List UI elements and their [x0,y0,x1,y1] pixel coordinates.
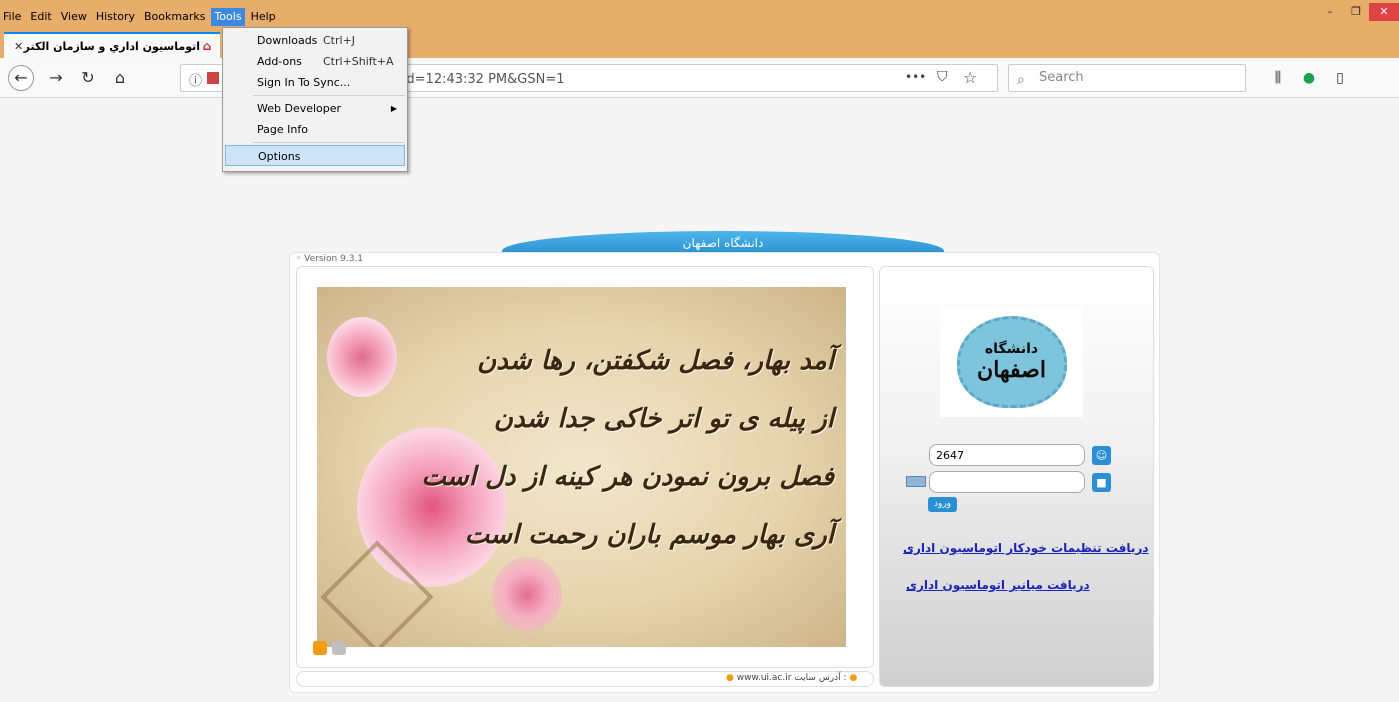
search-input[interactable]: ⌕ Search [1008,64,1246,92]
menu-item-options[interactable]: Options [225,145,405,166]
menu-item-label: Downloads [257,34,318,47]
username-field[interactable] [929,444,1085,466]
menu-item-label: Page Info [257,123,308,136]
flower-decoration [492,557,562,632]
logo-emblem: دانشگاه اصفهان [956,316,1067,408]
university-logo: دانشگاه اصفهان [940,307,1083,417]
logo-text-bottom: اصفهان [977,357,1046,383]
library-icon[interactable]: ⫼ [1266,66,1290,90]
tab-title: اتوماسیون اداري و سازمان الکترونيک [23,39,200,53]
menu-view[interactable]: View [58,8,90,26]
menu-history[interactable]: History [93,8,138,26]
tab-close-icon[interactable]: ✕ [14,40,23,53]
menu-item-page-info[interactable]: Page Info [223,119,407,140]
download-shortcut-link[interactable]: دریافت میانبر اتوماسیون اداری [906,578,1090,592]
back-button[interactable]: ← [8,65,34,91]
extension-icon[interactable]: ● [1297,66,1321,90]
poem-line: آری بهار موسم باران رحمت است [464,520,834,550]
poem-line: از پیله ی تو اتر خاکی جدا شدن [493,404,834,434]
poem-line: فصل برون نمودن هر کینه از دل است [421,462,834,492]
browser-tab[interactable]: ⌂ اتوماسیون اداري و سازمان الکترونيک ✕ [4,32,220,58]
close-window-button[interactable]: ✕ [1369,3,1399,21]
poem-text: آمد بهار، فصل شکفتن، رها شدن از پیله ی ت… [374,332,834,564]
menu-item-shortcut: Ctrl+Shift+A [323,55,394,68]
menu-item-label: Sign In To Sync... [257,76,351,89]
slideshow-image: آمد بهار، فصل شکفتن، رها شدن از پیله ی ت… [317,287,846,647]
menu-item-label: Add-ons [257,55,302,68]
page-actions-icon[interactable]: ••• [905,70,926,84]
home-button[interactable]: ⌂ [108,66,132,90]
reload-button[interactable]: ↻ [76,66,100,90]
menu-tools[interactable]: Tools [211,8,245,26]
submenu-arrow-icon: ▶ [390,104,397,113]
password-field[interactable] [929,471,1085,493]
footer-site-address: ● www.ui.ac.ir آدرس سایت : ● [726,673,858,683]
menu-item-addons[interactable]: Add-ons Ctrl+Shift+A [223,51,407,72]
sidebar-icon[interactable]: ▯ [1328,66,1352,90]
menu-help[interactable]: Help [248,8,279,26]
user-icon: ☺ [1092,446,1111,465]
search-placeholder: Search [1039,70,1084,85]
menu-item-label: Options [258,150,301,163]
window-controls: – ❐ ✕ [1317,3,1399,21]
menu-item-downloads[interactable]: Downloads Ctrl+J [223,30,407,51]
slide-indicator-active[interactable] [313,641,327,655]
menu-item-label: Web Developer [257,102,342,115]
menu-item-web-developer[interactable]: Web Developer ▶ [223,98,407,119]
menu-edit[interactable]: Edit [27,8,54,26]
poem-line: آمد بهار، فصل شکفتن، رها شدن [477,346,834,376]
menu-bar: File Edit View History Bookmarks Tools H… [0,8,282,26]
menu-file[interactable]: File [0,8,24,26]
pocket-icon[interactable]: ⛉ [937,69,948,85]
version-label: ◦ Version 9.3.1 [296,254,364,264]
insecure-lock-icon [207,72,219,84]
footer-url[interactable]: www.ui.ac.ir [737,673,792,683]
site-info-icon[interactable]: ⓘ [189,70,202,89]
menu-separator [253,95,405,96]
slide-indicator[interactable] [332,641,346,655]
forward-button[interactable]: → [44,66,68,90]
lock-icon: ■ [1092,473,1111,492]
search-icon: ⌕ [1017,72,1025,88]
site-logo-icon: ⌂ [202,39,212,53]
menu-separator [253,142,405,143]
login-button[interactable]: ورود [928,497,957,512]
menu-item-shortcut: Ctrl+J [323,34,356,47]
download-settings-link[interactable]: دریافت تنظیمات خودکار اتوماسیون اداری [903,541,1149,555]
virtual-keyboard-icon[interactable] [906,476,926,487]
tools-dropdown-menu: Downloads Ctrl+J Add-ons Ctrl+Shift+A Si… [222,27,408,172]
maximize-button[interactable]: ❐ [1343,3,1369,21]
bookmark-star-icon[interactable]: ☆ [963,68,977,87]
menu-bookmarks[interactable]: Bookmarks [141,8,208,26]
footer-label: آدرس سایت : [794,673,847,683]
minimize-button[interactable]: – [1317,3,1343,21]
menu-item-sign-in-sync[interactable]: Sign In To Sync... [223,72,407,93]
logo-text-top: دانشگاه [984,341,1039,357]
